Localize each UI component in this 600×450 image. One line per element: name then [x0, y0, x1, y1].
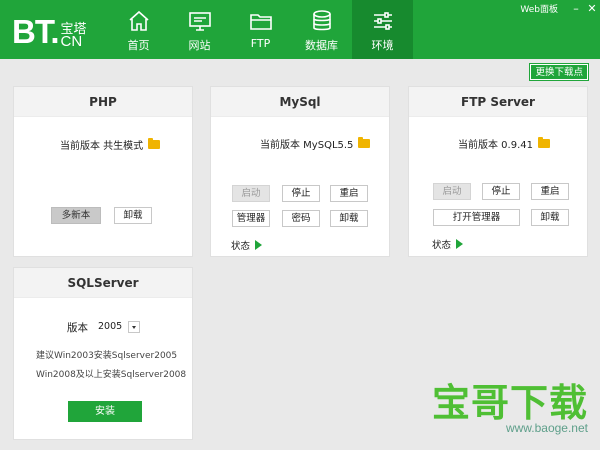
header-bar: BT. 宝塔 CN 首页 网站 FTP 数据库 环境 Web面板 – ✕ [0, 0, 600, 59]
chevron-down-icon[interactable] [128, 321, 140, 333]
logo-cn-domain: CN [60, 33, 83, 50]
folder-icon [249, 14, 272, 30]
php-version-row: 当前版本 共生模式 [60, 137, 161, 152]
minimize-icon[interactable]: – [568, 0, 584, 16]
database-icon [312, 10, 331, 31]
home-icon [128, 10, 149, 31]
mysql-uninstall-button[interactable]: 卸载 [330, 210, 368, 227]
mysql-restart-button[interactable]: 重启 [330, 185, 368, 202]
folder-open-icon[interactable] [148, 138, 161, 149]
watermark-text: 宝哥下载 [431, 381, 588, 425]
ftp-version-row: 当前版本 0.9.41 [458, 136, 550, 151]
logo-bt-text: BT. [12, 13, 59, 50]
ftp-restart-button[interactable]: 重启 [531, 183, 569, 200]
nav-environment-label: 环境 [371, 39, 394, 52]
watermark: 宝哥下载 www.baoge.net [432, 383, 588, 435]
web-panel-link[interactable]: Web面板 [520, 2, 558, 15]
nav-ftp[interactable]: FTP [230, 0, 291, 59]
mysql-start-button[interactable]: 启动 [232, 185, 270, 202]
sqlserver-card-title: SQLServer [14, 268, 192, 298]
monitor-icon [188, 12, 211, 31]
sqlserver-tip-2: Win2008及以上安装Sqlserver2008 [36, 370, 187, 380]
mysql-stop-button[interactable]: 停止 [282, 185, 320, 202]
sqlserver-tip-1: 建议Win2003安装Sqlserver2005 [36, 351, 178, 361]
bt-logo: BT. 宝塔 CN [12, 12, 87, 50]
close-icon[interactable]: ✕ [584, 0, 600, 16]
folder-open-icon[interactable] [538, 137, 550, 148]
php-version-label: 当前版本 共生模式 [60, 141, 144, 152]
play-icon[interactable] [255, 240, 263, 250]
mysql-password-button[interactable]: 密码 [282, 210, 320, 227]
sqlserver-version-select[interactable]: 2005 [96, 320, 128, 334]
mysql-card-title: MySql [211, 87, 389, 117]
ftp-status-row: 状态 [432, 237, 464, 251]
php-card: PHP 当前版本 共生模式 多新本 卸载 [13, 86, 193, 257]
switch-download-mirror-button[interactable]: 更换下载点 [529, 63, 589, 81]
ftp-start-button[interactable]: 启动 [433, 183, 471, 200]
ftp-version-label: 当前版本 0.9.41 [458, 140, 533, 151]
nav-website-label: 网站 [188, 39, 211, 52]
sliders-icon [373, 12, 392, 30]
php-multi-version-button[interactable]: 多新本 [51, 207, 101, 224]
mysql-status-label: 状态 [231, 241, 251, 252]
main-nav: 首页 网站 FTP 数据库 环境 [108, 0, 413, 59]
nav-ftp-label: FTP [250, 37, 271, 50]
mysql-version-label: 当前版本 MySQL5.5 [260, 140, 354, 151]
ftp-status-label: 状态 [432, 240, 452, 251]
ftp-uninstall-button[interactable]: 卸载 [531, 209, 569, 226]
sqlserver-card: SQLServer 版本 2005 建议Win2003安装Sqlserver20… [13, 267, 193, 440]
nav-home-label: 首页 [127, 39, 150, 52]
mysql-manager-button[interactable]: 管理器 [232, 210, 270, 227]
ftp-card: FTP Server 当前版本 0.9.41 启动 停止 重启 打开管理器 卸载… [408, 86, 588, 257]
mysql-status-row: 状态 [231, 238, 263, 252]
php-uninstall-button[interactable]: 卸载 [114, 207, 152, 224]
sqlserver-version-label: 版本 [67, 321, 88, 334]
window-controls: Web面板 – ✕ [520, 0, 600, 16]
nav-home[interactable]: 首页 [108, 0, 169, 59]
ftp-open-manager-button[interactable]: 打开管理器 [433, 209, 520, 226]
mysql-version-row: 当前版本 MySQL5.5 [260, 136, 371, 151]
php-card-title: PHP [14, 87, 192, 117]
nav-database-label: 数据库 [305, 39, 338, 52]
nav-website[interactable]: 网站 [169, 0, 230, 59]
sqlserver-version-row: 版本 2005 [67, 320, 140, 334]
folder-open-icon[interactable] [358, 137, 371, 148]
sqlserver-install-button[interactable]: 安装 [68, 401, 142, 422]
mysql-card: MySql 当前版本 MySQL5.5 启动 停止 重启 管理器 密码 卸载 状… [210, 86, 390, 257]
nav-database[interactable]: 数据库 [291, 0, 352, 59]
ftp-card-title: FTP Server [409, 87, 587, 117]
nav-environment[interactable]: 环境 [352, 0, 413, 59]
play-icon[interactable] [456, 239, 464, 249]
ftp-stop-button[interactable]: 停止 [482, 183, 520, 200]
